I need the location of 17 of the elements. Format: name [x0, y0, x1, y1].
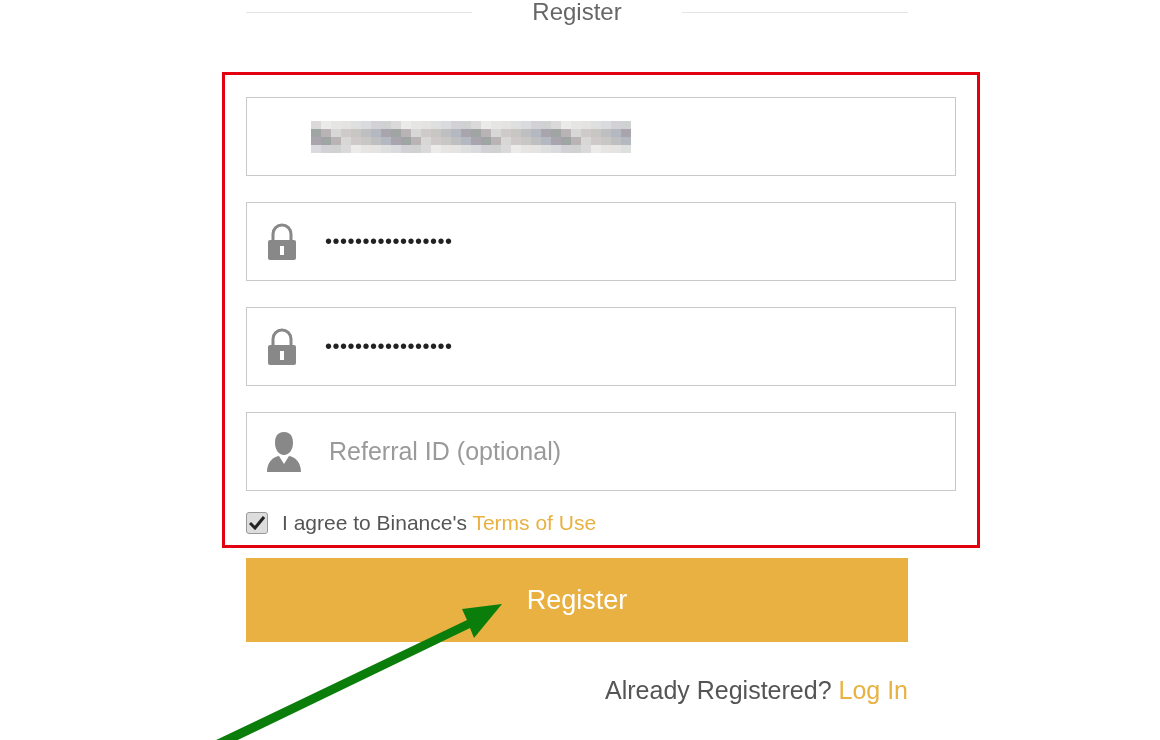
password-value: •••••••••••••••••: [325, 335, 453, 358]
password-value: •••••••••••••••••: [325, 230, 453, 253]
login-prompt: Already Registered? Log In: [605, 676, 908, 705]
referral-placeholder: Referral ID (optional): [329, 437, 562, 466]
input-field[interactable]: •••••••••••••••••: [246, 307, 956, 386]
agreement-text: I agree to Binance's Terms of Use: [282, 511, 597, 535]
terms-link[interactable]: Terms of Use: [472, 511, 597, 534]
agree-checkbox[interactable]: [246, 512, 268, 534]
form-title: Register: [531, 0, 623, 24]
register-button[interactable]: Register: [246, 558, 908, 642]
input-field[interactable]: Referral ID (optional): [246, 412, 956, 491]
lock-icon: [267, 327, 297, 366]
input-field[interactable]: [246, 97, 956, 176]
person-icon: [267, 431, 301, 472]
input-field[interactable]: •••••••••••••••••: [246, 202, 956, 281]
login-link[interactable]: Log In: [838, 676, 908, 704]
lock-icon: [267, 222, 297, 261]
